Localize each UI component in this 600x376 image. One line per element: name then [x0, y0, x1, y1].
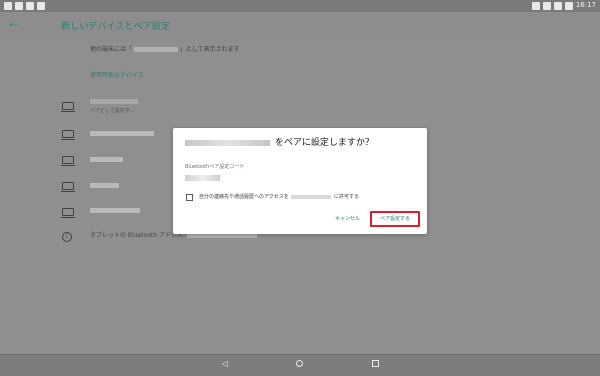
image-icon	[26, 2, 34, 10]
status-right-icons: 16:17	[531, 1, 596, 10]
page-title: 新しいデバイスとペア設定	[61, 22, 170, 32]
dialog-title: をペアに設定しますか？	[185, 138, 374, 149]
wifi-icon	[553, 1, 562, 10]
nav-back-icon[interactable]: ◁	[222, 359, 228, 369]
device-item[interactable]	[90, 157, 123, 162]
visible-name-prefix: 他の端末には「	[90, 46, 133, 53]
device-item[interactable]	[90, 183, 119, 188]
pairing-code-label: Bluetoothペア設定コード	[185, 164, 245, 170]
battery-icon	[564, 1, 573, 10]
laptop-icon[interactable]	[61, 182, 75, 192]
available-devices-heading: 使用可能なデバイス	[90, 72, 144, 79]
pairing-status: ペアとして設定中...	[90, 108, 135, 114]
pairing-dialog: をペアに設定しますか？ Bluetoothペア設定コード 自分の連絡先や通話履歴…	[173, 128, 427, 234]
cancel-button[interactable]: キャンセル	[335, 216, 360, 223]
nav-recent-icon[interactable]: □	[372, 360, 379, 367]
play-store-icon	[37, 2, 45, 10]
device-item[interactable]	[90, 131, 154, 136]
visible-name-text: 他の端末には「 」として表示されます	[90, 46, 240, 54]
visible-name-suffix: 」として表示されます	[179, 46, 240, 53]
nav-home-icon[interactable]: o	[296, 360, 303, 367]
navigation-bar: ◁ o □	[0, 354, 600, 376]
checkbox-prefix: 自分の連絡先や通話履歴へのアクセスを	[199, 194, 289, 200]
visible-name-row: 他の端末には「 」として表示されます	[0, 42, 600, 60]
contacts-access-checkbox[interactable]	[186, 194, 193, 201]
laptop-icon[interactable]	[61, 130, 75, 140]
tablet-icon	[4, 2, 12, 10]
laptop-icon	[61, 102, 75, 112]
status-time: 16:17	[575, 1, 596, 9]
contacts-access-text[interactable]: 自分の連絡先や通話履歴へのアクセスを に許可する	[199, 194, 359, 201]
device-item[interactable]	[90, 208, 140, 213]
device-name-blur	[133, 47, 178, 52]
dialog-device-name-blur	[185, 139, 270, 146]
checkbox-suffix: に許可する	[333, 194, 359, 200]
pairing-code-blur	[185, 175, 220, 181]
status-left-icons	[4, 2, 45, 10]
arrow-back-icon[interactable]: ←	[9, 19, 21, 31]
checkbox-device-blur	[291, 194, 332, 199]
dialog-title-text: をペアに設定しますか？	[274, 138, 374, 148]
sync-icon	[542, 1, 551, 10]
device-name-redacted	[90, 99, 138, 104]
location-icon	[15, 2, 23, 10]
laptop-icon[interactable]	[61, 156, 75, 166]
bluetooth-address-label: タブレットの Bluetooth アドレス:	[90, 232, 185, 239]
bluetooth-icon	[531, 1, 540, 10]
info-icon: i	[62, 232, 72, 242]
status-bar: 16:17	[0, 0, 600, 12]
laptop-icon[interactable]	[61, 208, 75, 218]
pair-button[interactable]: ペア設定する	[370, 211, 420, 227]
app-bar: ← 新しいデバイスとペア設定	[0, 12, 600, 43]
